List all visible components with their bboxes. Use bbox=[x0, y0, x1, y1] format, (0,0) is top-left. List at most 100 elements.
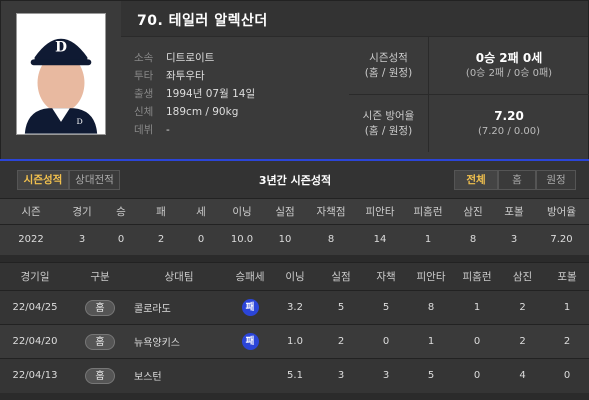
filter-home[interactable]: 홈 bbox=[498, 170, 536, 190]
loss-badge: 패 bbox=[241, 299, 259, 316]
cell-opponent[interactable]: 콜로라도 bbox=[130, 290, 228, 325]
player-name-bar: 70. 테일러 알렉산더 bbox=[121, 1, 588, 37]
info-team: 소속 디트로이트 bbox=[134, 52, 215, 64]
cell-earned-runs: 8 bbox=[306, 224, 356, 255]
cell-innings: 3.2 bbox=[272, 290, 318, 325]
info-bats-throws: 투타 좌투우타 bbox=[134, 70, 205, 82]
table-row: 22/04/13 홈 보스턴 5.1 3 3 5 0 4 0 bbox=[0, 358, 589, 393]
header-hits: 피안타 bbox=[356, 198, 404, 225]
tab-season-stats[interactable]: 시즌성적 bbox=[17, 170, 69, 190]
header-saves: 세 bbox=[182, 198, 220, 225]
player-photo: D D bbox=[16, 13, 106, 135]
filter-all[interactable]: 전체 bbox=[454, 170, 498, 190]
cell-date: 22/04/20 bbox=[0, 324, 70, 359]
season-era-row: 시즌 방어율 (홈 / 원정) 7.20 (7.20 / 0.00) bbox=[349, 94, 589, 152]
svg-text:D: D bbox=[76, 117, 82, 126]
home-away-chip: 홈 bbox=[85, 333, 115, 350]
header-opponent: 상대팀 bbox=[130, 262, 228, 291]
cell-date: 22/04/25 bbox=[0, 290, 70, 325]
filter-away[interactable]: 원정 bbox=[536, 170, 576, 190]
header-strikeouts: 삼진 bbox=[500, 262, 545, 291]
player-name: 70. 테일러 알렉산더 bbox=[137, 13, 268, 29]
header-innings: 이닝 bbox=[220, 198, 264, 225]
cell-earned: 0 bbox=[364, 324, 408, 359]
player-profile-card: D D 70. 테일러 알렉산더 소속 디트로이트 투타 좌투우타 출생 1994년 … bbox=[0, 0, 589, 160]
cell-strikeouts: 4 bbox=[500, 358, 545, 393]
header-strikeouts: 삼진 bbox=[452, 198, 494, 225]
cell-runs: 3 bbox=[318, 358, 364, 393]
header-wins: 승 bbox=[102, 198, 140, 225]
cell-walks: 3 bbox=[494, 224, 534, 255]
season-record-row: 시즌성적 (홈 / 원정) 0승 2패 0세 (0승 2패 / 0승 0패) bbox=[349, 37, 589, 95]
player-portrait-image: D D bbox=[17, 14, 105, 134]
header-games: 경기 bbox=[62, 198, 102, 225]
header-innings: 이닝 bbox=[272, 262, 318, 291]
cell-runs: 2 bbox=[318, 324, 364, 359]
cell-strikeouts: 2 bbox=[500, 324, 545, 359]
header-era: 방어율 bbox=[534, 198, 589, 225]
header-runs: 실점 bbox=[264, 198, 306, 225]
cell-opponent[interactable]: 뉴욕양키스 bbox=[130, 324, 228, 359]
header-earned: 자책 bbox=[364, 262, 408, 291]
cell-runs: 10 bbox=[264, 224, 306, 255]
season-summary-box: 시즌성적 (홈 / 원정) 0승 2패 0세 (0승 2패 / 0승 0패) 시… bbox=[349, 37, 589, 155]
game-table-header: 경기일 구분 상대팀 승패세 이닝 실점 자책 피안타 피홈런 삼진 포볼 bbox=[0, 262, 589, 291]
cell-games: 3 bbox=[62, 224, 102, 255]
info-debut: 데뷔 - bbox=[134, 124, 170, 136]
cell-walks: 1 bbox=[545, 290, 589, 325]
header-season: 시즌 bbox=[0, 198, 62, 225]
cell-innings: 1.0 bbox=[272, 324, 318, 359]
cell-earned: 3 bbox=[364, 358, 408, 393]
cell-hits: 8 bbox=[408, 290, 454, 325]
season-record-value: 0승 2패 0세 bbox=[475, 51, 543, 65]
header-walks: 포볼 bbox=[494, 198, 534, 225]
cell-walks: 0 bbox=[545, 358, 589, 393]
info-birth: 출생 1994년 07월 14일 bbox=[134, 88, 256, 100]
season-era-value: 7.20 bbox=[494, 108, 524, 123]
cell-innings: 10.0 bbox=[220, 224, 264, 255]
cell-strikeouts: 8 bbox=[452, 224, 494, 255]
header-walks: 포볼 bbox=[545, 262, 589, 291]
header-home-runs: 피홈런 bbox=[454, 262, 500, 291]
season-stats-table: 시즌 경기 승 패 세 이닝 실점 자책점 피안타 피홈런 삼진 포볼 방어율 … bbox=[0, 198, 589, 255]
header-type: 구분 bbox=[70, 262, 130, 291]
header-hits: 피안타 bbox=[408, 262, 454, 291]
table-row: 2022 3 0 2 0 10.0 10 8 14 1 8 3 7.20 bbox=[0, 224, 589, 255]
header-runs: 실점 bbox=[318, 262, 364, 291]
header-earned-runs: 자책점 bbox=[306, 198, 356, 225]
home-away-chip: 홈 bbox=[85, 367, 115, 384]
cell-home-runs: 1 bbox=[454, 290, 500, 325]
tab-opponent-stats[interactable]: 상대전적 bbox=[69, 170, 120, 190]
cell-hits: 5 bbox=[408, 358, 454, 393]
header-date: 경기일 bbox=[0, 262, 70, 291]
header-losses: 패 bbox=[140, 198, 182, 225]
season-record-split: (0승 2패 / 0승 0패) bbox=[465, 68, 553, 79]
cell-innings: 5.1 bbox=[272, 358, 318, 393]
loss-badge: 패 bbox=[241, 333, 259, 350]
game-log-table: 경기일 구분 상대팀 승패세 이닝 실점 자책 피안타 피홈런 삼진 포볼 22… bbox=[0, 262, 589, 393]
cell-home-runs: 0 bbox=[454, 324, 500, 359]
cell-season: 2022 bbox=[0, 224, 62, 255]
cell-date: 22/04/13 bbox=[0, 358, 70, 393]
season-era-label: 시즌 방어율 bbox=[362, 109, 415, 122]
stats-tabs-bar: 시즌성적 상대전적 3년간 시즌성적 전체 홈 원정 bbox=[0, 161, 589, 198]
season-record-sublabel: (홈 / 원정) bbox=[364, 67, 413, 79]
cell-result bbox=[228, 358, 272, 393]
home-away-chip: 홈 bbox=[85, 299, 115, 316]
cell-home-runs: 0 bbox=[454, 358, 500, 393]
season-table-header: 시즌 경기 승 패 세 이닝 실점 자책점 피안타 피홈런 삼진 포볼 방어율 bbox=[0, 198, 589, 225]
cell-earned: 5 bbox=[364, 290, 408, 325]
cell-hits: 14 bbox=[356, 224, 404, 255]
header-home-runs: 피홈런 bbox=[404, 198, 452, 225]
cell-home-runs: 1 bbox=[404, 224, 452, 255]
cell-era: 7.20 bbox=[534, 224, 589, 255]
table-row: 22/04/20 홈 뉴욕양키스 패 1.0 2 0 1 0 2 2 bbox=[0, 324, 589, 359]
season-era-sublabel: (홈 / 원정) bbox=[364, 124, 413, 137]
info-body: 신체 189cm / 90kg bbox=[134, 106, 239, 118]
cell-walks: 2 bbox=[545, 324, 589, 359]
cell-hits: 1 bbox=[408, 324, 454, 359]
cell-saves: 0 bbox=[182, 224, 220, 255]
svg-text:D: D bbox=[55, 40, 67, 56]
cell-opponent[interactable]: 보스턴 bbox=[130, 358, 228, 393]
player-info-list: 소속 디트로이트 투타 좌투우타 출생 1994년 07월 14일 신체 189cm /… bbox=[134, 49, 255, 139]
